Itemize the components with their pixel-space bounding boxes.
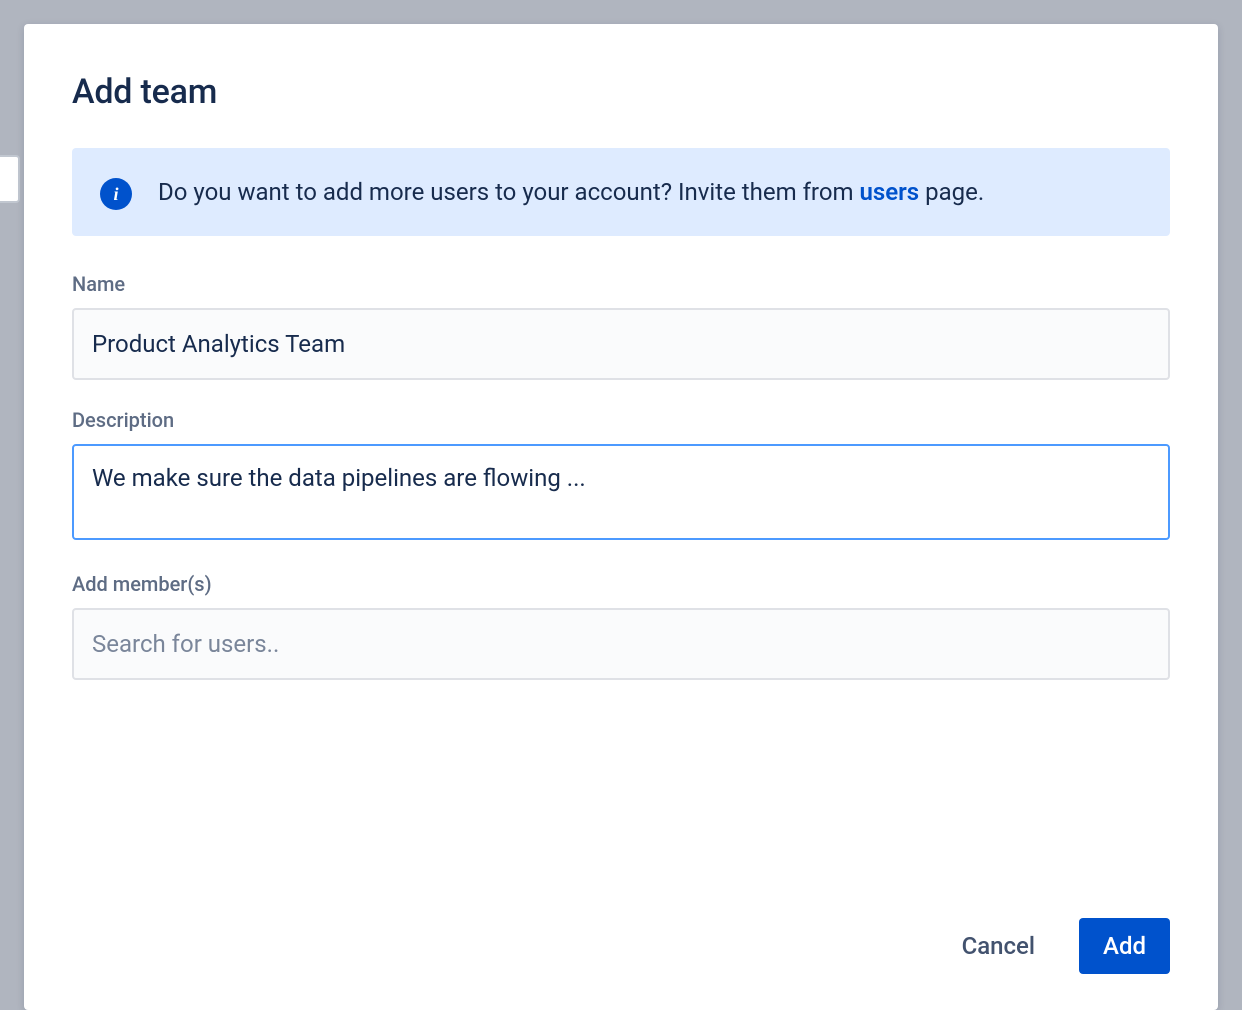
modal-footer: Cancel Add bbox=[72, 878, 1170, 974]
info-banner: i Do you want to add more users to your … bbox=[72, 148, 1170, 236]
info-text-before: Do you want to add more users to your ac… bbox=[158, 178, 860, 206]
description-label: Description bbox=[72, 408, 1170, 432]
modal-title: Add team bbox=[72, 72, 1170, 112]
add-button[interactable]: Add bbox=[1079, 918, 1170, 974]
info-icon: i bbox=[100, 178, 132, 210]
info-banner-text: Do you want to add more users to your ac… bbox=[158, 174, 984, 210]
cancel-button[interactable]: Cancel bbox=[938, 918, 1059, 974]
name-label: Name bbox=[72, 272, 1170, 296]
name-input[interactable] bbox=[72, 308, 1170, 380]
description-input[interactable] bbox=[72, 444, 1170, 540]
members-search-input[interactable] bbox=[72, 608, 1170, 680]
users-link[interactable]: users bbox=[860, 178, 920, 206]
description-field-group: Description bbox=[72, 408, 1170, 544]
info-text-after: page. bbox=[919, 178, 984, 206]
add-team-modal: Add team i Do you want to add more users… bbox=[24, 24, 1218, 1010]
name-field-group: Name bbox=[72, 272, 1170, 380]
members-field-group: Add member(s) bbox=[72, 572, 1170, 680]
members-label: Add member(s) bbox=[72, 572, 1170, 596]
bg-search-fragment bbox=[0, 155, 20, 203]
